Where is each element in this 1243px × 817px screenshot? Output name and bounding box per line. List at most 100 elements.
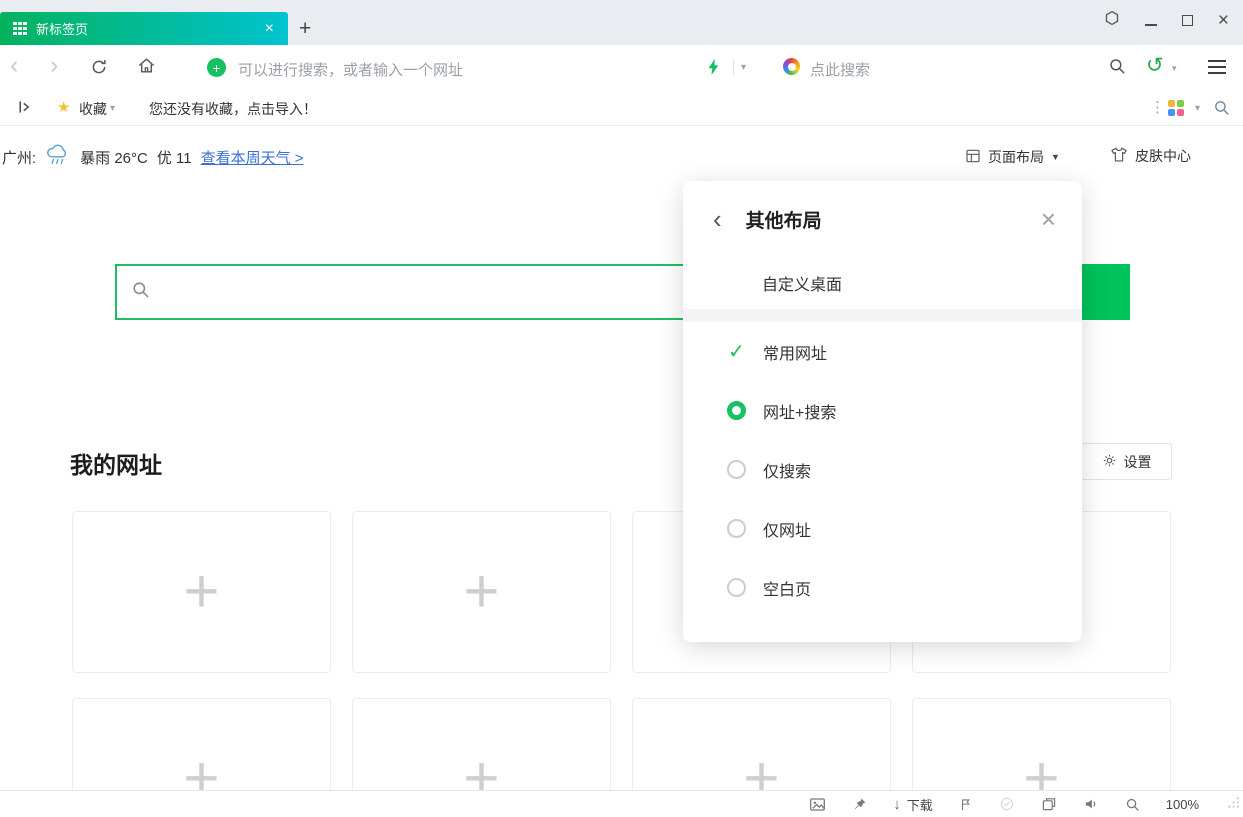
plus-icon: +	[183, 564, 219, 620]
add-site-tile[interactable]: +	[72, 698, 331, 790]
sound-icon[interactable]	[1083, 796, 1099, 812]
radio-icon[interactable]	[727, 519, 746, 538]
settings-label: 设置	[1124, 452, 1152, 472]
status-bar: ↓ 下载 100%	[0, 790, 1243, 817]
weather-city: 广州:	[2, 147, 36, 168]
tab-favicon-grid-icon	[13, 22, 27, 35]
close-icon[interactable]: ×	[1041, 206, 1056, 232]
nav-toolbar: ‹ › + 可以进行搜索，或者输入一个网址 ▾ 点此搜索 ↺ ▾	[0, 45, 1243, 90]
protect-hexagon-icon[interactable]	[1104, 10, 1120, 31]
quick-search-field[interactable]: 点此搜索	[810, 59, 870, 80]
plus-icon: +	[183, 751, 219, 790]
download-label: 下载	[907, 795, 933, 814]
back-chevron-icon[interactable]: ‹	[713, 206, 722, 232]
weather-condition: 暴雨 26°C	[80, 147, 148, 168]
pin-icon[interactable]	[852, 797, 867, 812]
chevron-down-icon[interactable]: ▾	[1172, 63, 1177, 74]
search-icon	[131, 280, 150, 304]
add-site-tile[interactable]: +	[352, 698, 611, 790]
rain-cloud-icon	[45, 144, 71, 170]
back-icon[interactable]: ‹	[10, 50, 18, 80]
radio-icon[interactable]	[727, 460, 746, 479]
skin-center-label: 皮肤中心	[1135, 146, 1191, 166]
radio-selected-icon[interactable]	[727, 401, 746, 420]
layout-option-blank-page[interactable]: 空白页	[683, 558, 1082, 617]
forward-icon[interactable]: ›	[50, 50, 58, 80]
add-site-tile[interactable]: +	[912, 698, 1171, 790]
favorites-button[interactable]: 收藏	[79, 99, 107, 119]
popup-header: ‹ 其他布局 ×	[683, 181, 1082, 257]
home-icon[interactable]	[137, 56, 156, 80]
refresh-icon[interactable]	[90, 58, 108, 81]
radio-icon[interactable]	[727, 578, 746, 597]
section-divider	[683, 309, 1082, 322]
plus-icon: +	[743, 751, 779, 790]
window-controls: ×	[1104, 10, 1229, 31]
resize-grip-icon[interactable]	[1227, 796, 1240, 814]
new-tab-button[interactable]: +	[299, 18, 311, 39]
gear-icon	[1102, 453, 1117, 471]
add-site-tile[interactable]: +	[632, 698, 891, 790]
divider	[733, 59, 734, 76]
plus-icon: +	[463, 751, 499, 790]
layout-option-sites-plus-search[interactable]: 网址+搜索	[683, 381, 1082, 440]
minimize-button[interactable]	[1145, 24, 1157, 26]
page-layout-button[interactable]: 页面布局 ▼	[965, 147, 1060, 167]
sites-settings-button[interactable]: 设置	[1081, 443, 1172, 480]
download-button[interactable]: ↓ 下载	[893, 795, 933, 814]
download-arrow-icon: ↓	[893, 797, 901, 812]
browser-tab[interactable]: 新标签页 ×	[0, 12, 288, 45]
air-quality: 优 11	[157, 147, 192, 168]
custom-desktop-item[interactable]: 自定义桌面	[683, 257, 1082, 309]
chevron-down-icon[interactable]: ▾	[741, 62, 746, 73]
apps-grid-icon[interactable]	[1168, 100, 1184, 116]
skin-center-button[interactable]: 皮肤中心	[1110, 146, 1191, 166]
menu-icon[interactable]	[1208, 60, 1226, 74]
images-icon[interactable]	[809, 796, 826, 813]
lightning-icon[interactable]	[707, 57, 720, 82]
address-bar[interactable]: 可以进行搜索，或者输入一个网址	[238, 59, 463, 80]
layout-options-list: ✓ 常用网址 网址+搜索 仅搜索 仅网址 空白页	[683, 322, 1082, 617]
option-label: 网址+搜索	[763, 399, 836, 423]
layout-grid-icon	[965, 148, 981, 167]
search-icon[interactable]	[1108, 57, 1126, 80]
option-label: 仅网址	[763, 517, 811, 541]
layout-option-search-only[interactable]: 仅搜索	[683, 440, 1082, 499]
option-label: 常用网址	[763, 340, 827, 364]
close-button[interactable]: ×	[1218, 11, 1229, 30]
weekly-weather-link[interactable]: 查看本周天气 >	[201, 147, 304, 168]
add-site-tile[interactable]: +	[72, 511, 331, 673]
search-engine-icon[interactable]	[783, 58, 800, 75]
shield-plus-icon: +	[207, 58, 226, 77]
shirt-icon	[1110, 146, 1128, 166]
page-layout-label: 页面布局	[988, 147, 1044, 167]
tab-close-icon[interactable]: ×	[265, 21, 274, 37]
overflow-dots-icon[interactable]: ⋮	[1150, 98, 1165, 116]
my-sites-title: 我的网址	[70, 446, 162, 480]
other-layouts-popup: ‹ 其他布局 × 自定义桌面 ✓ 常用网址 网址+搜索 仅搜索 仅网址	[683, 181, 1082, 642]
bookmarks-import-hint[interactable]: 您还没有收藏，点击导入！	[149, 99, 317, 119]
custom-desktop-label: 自定义桌面	[762, 271, 842, 295]
titlebar: 新标签页 × + ×	[0, 0, 1243, 45]
chevron-down-icon[interactable]: ▾	[1195, 103, 1200, 114]
zoom-level[interactable]: 100%	[1166, 797, 1199, 812]
plus-icon: +	[463, 564, 499, 620]
bookmark-search-icon[interactable]	[1213, 99, 1230, 121]
dimmed-status-icon	[999, 796, 1015, 812]
layout-option-common-sites[interactable]: ✓ 常用网址	[683, 322, 1082, 381]
option-label: 仅搜索	[763, 458, 811, 482]
multi-window-icon[interactable]	[1041, 796, 1057, 812]
report-flag-icon[interactable]	[959, 797, 973, 812]
option-label: 空白页	[763, 576, 811, 600]
plus-icon: +	[1023, 751, 1059, 790]
weather-widget: 广州: 暴雨 26°C 优 11 查看本周天气 >	[2, 144, 304, 170]
sidebar-toggle-icon[interactable]	[17, 99, 33, 120]
maximize-button[interactable]	[1182, 15, 1193, 26]
chevron-down-icon[interactable]: ▾	[110, 103, 115, 114]
add-site-tile[interactable]: +	[352, 511, 611, 673]
caret-down-icon: ▼	[1051, 152, 1060, 162]
zoom-search-icon[interactable]	[1125, 797, 1140, 812]
tab-title: 新标签页	[36, 19, 265, 38]
restore-closed-tab-icon[interactable]: ↺	[1146, 53, 1164, 78]
layout-option-sites-only[interactable]: 仅网址	[683, 499, 1082, 558]
